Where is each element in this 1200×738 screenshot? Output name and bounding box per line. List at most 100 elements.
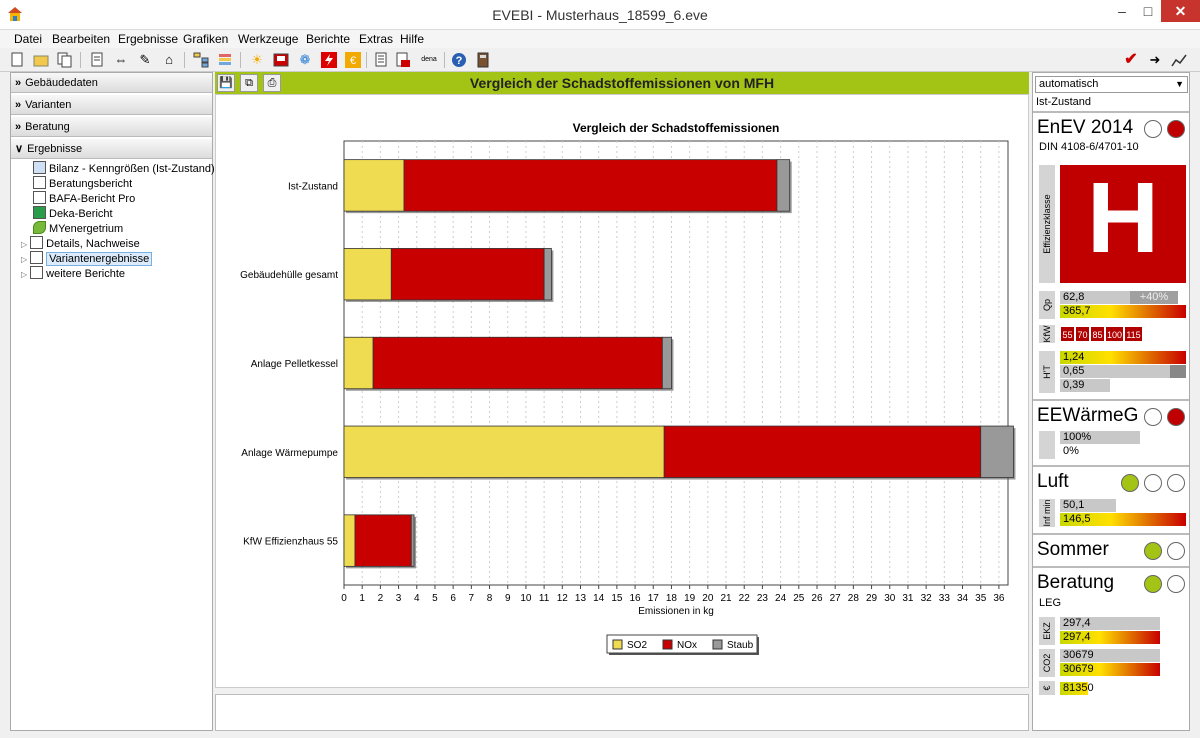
- toolbar: ⇔ ✎ ⌂ ☀ ❁ € dena ? ✔ ➜: [0, 48, 1200, 72]
- help-icon[interactable]: ?: [450, 51, 468, 69]
- x-tick-label: 15: [611, 593, 623, 604]
- chevron-down-icon: ∨: [15, 143, 24, 155]
- dimension-icon[interactable]: ⇔: [112, 51, 130, 69]
- section-gebaeudedaten[interactable]: » Gebäudedaten: [11, 73, 212, 93]
- tree-item-beratungsbericht[interactable]: Beratungsbericht: [33, 176, 132, 191]
- hierarchy-icon[interactable]: [192, 51, 210, 69]
- fan-icon[interactable]: ❁: [296, 51, 314, 69]
- minimize-button[interactable]: –: [1109, 0, 1135, 22]
- enev-title: EnEV 2014: [1037, 117, 1134, 138]
- efficiency-class-badge: H: [1060, 162, 1186, 283]
- menu-hilfe[interactable]: Hilfe: [400, 32, 424, 46]
- navigation-pane: » Gebäudedaten » Varianten » Beratung ∨ Erge…: [10, 72, 215, 731]
- x-tick-label: 11: [539, 593, 550, 604]
- house-outline-icon[interactable]: ⌂: [160, 51, 178, 69]
- x-tick-label: 8: [487, 593, 493, 604]
- menu-werkzeuge[interactable]: Werkzeuge: [238, 32, 298, 46]
- lightning-icon[interactable]: [320, 51, 338, 69]
- x-tick-label: 25: [793, 593, 805, 604]
- documents-icon: [30, 251, 44, 264]
- calculator-icon[interactable]: [474, 51, 492, 69]
- co2-label: CO2: [1039, 649, 1055, 677]
- luft-value-2: 146,5: [1060, 513, 1186, 526]
- chart-trend-icon[interactable]: [1170, 51, 1188, 69]
- checkmark-icon[interactable]: ✔: [1122, 51, 1140, 69]
- tree-item-deka[interactable]: Deka-Bericht: [33, 206, 113, 221]
- legend-swatch: [662, 639, 673, 650]
- document-icon[interactable]: [88, 51, 106, 69]
- content-title: Vergleich der Schadstoffemissionen von M…: [469, 75, 775, 91]
- new-file-icon[interactable]: [8, 51, 26, 69]
- menu-grafiken[interactable]: Grafiken: [183, 32, 228, 46]
- tree-item-details[interactable]: ▷ Details, Nachweise: [21, 236, 140, 251]
- luft-title: Luft: [1037, 471, 1069, 492]
- status-circle-green: [1144, 575, 1162, 593]
- maximize-button[interactable]: □: [1135, 0, 1161, 22]
- beratung-title: Beratung: [1037, 572, 1115, 593]
- co2-value-1: 30679: [1060, 649, 1160, 662]
- section-beratung[interactable]: » Beratung: [11, 117, 212, 137]
- menu-datei[interactable]: Datei: [14, 32, 42, 46]
- euro-icon[interactable]: €: [344, 51, 362, 69]
- pdf-report-icon[interactable]: [394, 51, 412, 69]
- expand-arrow-icon[interactable]: ▷: [21, 255, 27, 264]
- tree-item-variantenergebnisse[interactable]: ▷ Variantenergebnisse: [21, 251, 153, 266]
- report-icon[interactable]: [372, 51, 390, 69]
- dena-icon[interactable]: dena: [418, 51, 440, 69]
- tree-item-myenergetrium[interactable]: MYenergetrium: [33, 221, 123, 236]
- x-tick-label: 0: [341, 593, 347, 604]
- tree-item-bafa[interactable]: BAFA-Bericht Pro: [33, 191, 135, 206]
- bar-nox-4: [354, 514, 412, 567]
- qp-value-grad: 365,7: [1060, 305, 1186, 318]
- bar-so2-0: [343, 159, 405, 212]
- x-tick-label: 12: [557, 593, 569, 604]
- open-folder-icon[interactable]: [32, 51, 50, 69]
- menu-extras[interactable]: Extras: [359, 32, 393, 46]
- kfw-label: KfW: [1039, 325, 1055, 343]
- tree-item-weitere-berichte[interactable]: ▷ weitere Berichte: [21, 266, 125, 281]
- status-circle-empty: [1167, 474, 1185, 492]
- x-tick-label: 21: [720, 593, 732, 604]
- bar-staub-3: [980, 425, 1014, 478]
- co2-value-2: 30679: [1060, 663, 1160, 676]
- copy-icon[interactable]: [56, 51, 74, 69]
- menu-berichte[interactable]: Berichte: [306, 32, 350, 46]
- expand-arrow-icon[interactable]: ▷: [21, 270, 27, 279]
- bar-staub-4: [410, 514, 415, 567]
- expand-arrow-icon[interactable]: ▷: [21, 240, 27, 249]
- x-tick-label: 22: [739, 593, 751, 604]
- status-circle-green: [1144, 542, 1162, 560]
- emissions-chart: Vergleich der Schadstoffemissionen0 1 2 3 4 5…: [240, 121, 1016, 655]
- status-circle-empty: [1167, 542, 1185, 560]
- enev-norm: DIN 4108-6/4701-10: [1039, 141, 1139, 153]
- bar-nox-2: [372, 336, 663, 390]
- sun-icon[interactable]: ☀: [248, 51, 266, 69]
- mode-dropdown[interactable]: automatisch ▼: [1035, 76, 1188, 93]
- tree-item-bilanz[interactable]: Bilanz - Kenngrößen (Ist-Zustand): [33, 161, 215, 176]
- x-tick-label: 29: [866, 593, 878, 604]
- document-icon: [33, 176, 46, 189]
- ekz-value-2: 297,4: [1060, 631, 1160, 644]
- menu-bearbeiten[interactable]: Bearbeiten: [52, 32, 110, 46]
- x-tick-label: 2: [378, 593, 384, 604]
- beratung-sub: LEG: [1039, 597, 1062, 609]
- eewg-value-1: 100%: [1060, 431, 1140, 444]
- x-axis-label: Emissionen in kg: [638, 606, 714, 617]
- ht-value-grad: 1,24: [1060, 351, 1186, 364]
- section-varianten[interactable]: » Varianten: [11, 95, 212, 115]
- chevron-right-icon: »: [15, 121, 22, 133]
- x-tick-label: 4: [414, 593, 420, 604]
- window-title: EVEBI - Musterhaus_18599_6.eve: [492, 7, 708, 23]
- pen-icon[interactable]: ✎: [136, 51, 154, 69]
- layers-icon[interactable]: [216, 51, 234, 69]
- close-button[interactable]: ✕: [1161, 0, 1200, 22]
- chart-title: Vergleich der Schadstoffemissionen: [573, 121, 780, 135]
- export-icon[interactable]: ➜: [1146, 51, 1164, 69]
- section-ergebnisse[interactable]: ∨ Ergebnisse: [11, 139, 212, 159]
- infiltration-label: Inf min: [1039, 499, 1055, 527]
- menu-ergebnisse[interactable]: Ergebnisse: [118, 32, 178, 46]
- bar-so2-4: [343, 514, 356, 567]
- bar-nox-0: [403, 159, 778, 212]
- heater-icon[interactable]: [272, 51, 290, 69]
- documents-icon: [30, 236, 44, 249]
